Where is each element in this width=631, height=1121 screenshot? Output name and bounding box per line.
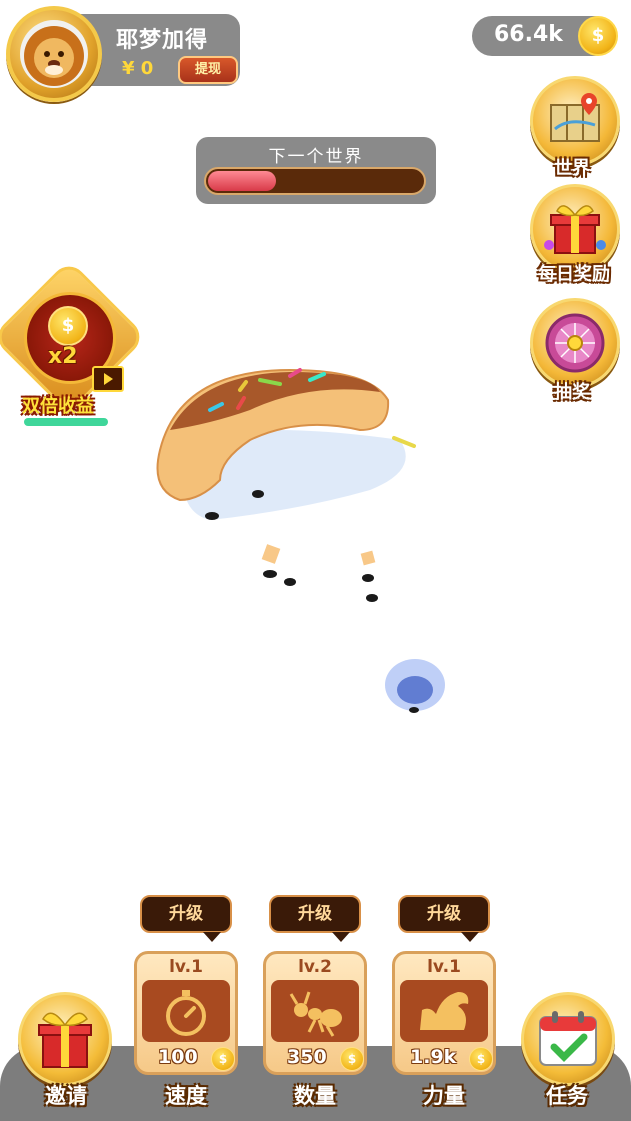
lottery-button[interactable] xyxy=(530,298,620,388)
speed-label: 速度 xyxy=(165,1084,207,1108)
withdraw-button[interactable]: 提现 xyxy=(178,56,238,84)
quantity-icon-box xyxy=(271,980,359,1042)
speed-price: 100 xyxy=(158,1046,198,1068)
speed-level: lv.1 xyxy=(169,957,203,977)
bubble-tail xyxy=(332,932,350,942)
strength-label: 力量 xyxy=(423,1084,465,1108)
coin-icon: $ xyxy=(578,16,618,56)
speed-icon-box xyxy=(142,980,230,1042)
quantity-level: lv.2 xyxy=(298,957,332,977)
lottery-label: 抽奖 xyxy=(554,382,590,403)
next-world-progress-bar xyxy=(204,167,426,195)
calendar-check-icon xyxy=(539,1011,597,1066)
lion-avatar-icon xyxy=(20,20,88,88)
daily-reward-label: 每日奖励 xyxy=(538,264,610,285)
map-icon xyxy=(550,93,600,142)
ant-icon xyxy=(289,991,342,1037)
world-label: 世界 xyxy=(554,158,590,179)
progress-fill xyxy=(208,171,276,191)
quantity-price: 350 xyxy=(287,1046,327,1068)
coin-icon: $ xyxy=(211,1047,235,1071)
tasks-label: 任务 xyxy=(546,1084,588,1108)
coin-amount: 66.4k xyxy=(494,22,563,47)
invite-button[interactable] xyxy=(18,992,112,1086)
world-button[interactable] xyxy=(530,76,620,166)
upgrade-strength-button[interactable]: 升级 xyxy=(398,895,490,933)
strength-icon-box xyxy=(400,980,488,1042)
wheel-icon xyxy=(545,313,605,373)
bubble-tail xyxy=(203,932,221,942)
quantity-label: 数量 xyxy=(294,1084,336,1108)
double-multiplier: x2 xyxy=(48,344,78,369)
food-crumbs xyxy=(261,544,376,566)
upgrade-speed-button[interactable]: 升级 xyxy=(140,895,232,933)
gift-icon xyxy=(544,205,606,254)
strength-level: lv.1 xyxy=(427,957,461,977)
double-income-label: 双倍收益 xyxy=(22,396,94,417)
avatar[interactable] xyxy=(6,6,102,102)
coin-icon: $ xyxy=(340,1047,364,1071)
double-income-timer-bar xyxy=(24,418,108,426)
upgrade-quantity-button[interactable]: 升级 xyxy=(269,895,361,933)
game-scene[interactable] xyxy=(140,360,480,730)
username: 耶梦加得 xyxy=(116,28,209,53)
invite-label: 邀请 xyxy=(45,1084,87,1108)
bubble-tail xyxy=(461,932,479,942)
stopwatch-icon xyxy=(166,990,206,1036)
gift-box-icon xyxy=(38,1012,92,1068)
cash-balance: ¥ 0 xyxy=(122,58,154,79)
dollar-coin-icon: $ xyxy=(48,306,88,346)
strength-price: 1.9k xyxy=(410,1046,457,1068)
tasks-button[interactable] xyxy=(521,992,615,1086)
video-ad-icon xyxy=(92,366,124,392)
coin-icon: $ xyxy=(469,1047,493,1071)
next-world-title: 下一个世界 xyxy=(268,147,364,167)
muscle-icon xyxy=(420,992,469,1030)
